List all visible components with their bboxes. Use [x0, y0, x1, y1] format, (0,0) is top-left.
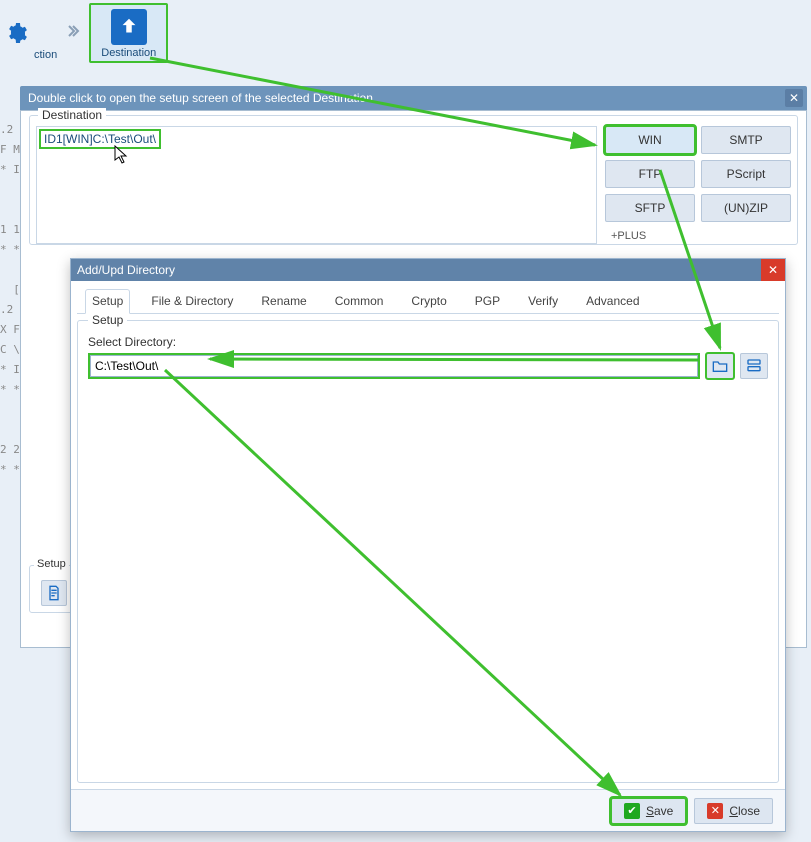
- upload-icon: [111, 9, 147, 45]
- destination-button-grid: WIN SMTP FTP PScript SFTP (UN)ZIP +PLUS: [605, 126, 791, 238]
- ribbon-button-label: Destination: [101, 47, 156, 59]
- chevron-right-icon: [61, 23, 85, 44]
- pscript-button[interactable]: PScript: [701, 160, 791, 188]
- tab-file-directory[interactable]: File & Directory: [144, 289, 240, 314]
- dialog-tabstrip: Setup File & Directory Rename Common Cry…: [77, 283, 779, 314]
- ribbon-label-action-cut: ction: [34, 49, 57, 61]
- plus-label: +PLUS: [611, 230, 791, 242]
- directory-input-wrap: [88, 353, 700, 379]
- destination-listbox[interactable]: ID1[WIN]C:\Test\Out\: [36, 126, 597, 244]
- document-icon: [46, 585, 62, 601]
- close-icon: ✕: [768, 263, 778, 277]
- tab-setup[interactable]: Setup: [85, 289, 130, 314]
- hint-bar: Double click to open the setup screen of…: [20, 86, 807, 110]
- smtp-button[interactable]: SMTP: [701, 126, 791, 154]
- select-directory-label: Select Directory:: [88, 335, 768, 349]
- destination-group: Destination ID1[WIN]C:\Test\Out\ WIN SMT…: [29, 115, 798, 245]
- win-button[interactable]: WIN: [605, 126, 695, 154]
- save-button[interactable]: ✔ Save: [611, 798, 686, 824]
- tab-verify[interactable]: Verify: [521, 289, 565, 314]
- directory-input[interactable]: [90, 355, 698, 377]
- unzip-button[interactable]: (UN)ZIP: [701, 194, 791, 222]
- close-icon[interactable]: ✕: [785, 89, 803, 107]
- dialog-body-group: Setup Select Directory:: [77, 320, 779, 783]
- save-button-label: Save: [646, 804, 673, 818]
- check-icon: ✔: [624, 803, 640, 819]
- group-label: Destination: [38, 108, 106, 122]
- ribbon-toolbar: ction Destination: [0, 0, 811, 66]
- setup-mini-button[interactable]: [41, 580, 67, 606]
- recent-folder-button[interactable]: [740, 353, 768, 379]
- browse-folder-button[interactable]: [706, 353, 734, 379]
- tab-pgp[interactable]: PGP: [468, 289, 507, 314]
- destination-list-item[interactable]: ID1[WIN]C:\Test\Out\: [39, 129, 161, 149]
- add-upd-directory-dialog: Add/Upd Directory ✕ Setup File & Directo…: [70, 258, 786, 832]
- setup-mini-label: Setup: [34, 558, 69, 570]
- sftp-button[interactable]: SFTP: [605, 194, 695, 222]
- destination-ribbon-button[interactable]: Destination: [89, 3, 168, 63]
- tab-advanced[interactable]: Advanced: [579, 289, 646, 314]
- dialog-close-button[interactable]: ✕: [761, 259, 785, 281]
- background-code-strip: .2 F M * I 1 1 * * [ .2 X F C \ * I * * …: [0, 120, 20, 842]
- tab-common[interactable]: Common: [328, 289, 391, 314]
- gear-icon: [2, 19, 30, 47]
- folder-open-icon: [712, 359, 728, 373]
- close-button[interactable]: ✕ Close: [694, 798, 773, 824]
- tab-rename[interactable]: Rename: [254, 289, 313, 314]
- hint-text: Double click to open the setup screen of…: [28, 91, 373, 105]
- dialog-button-bar: ✔ Save ✕ Close: [71, 789, 785, 831]
- ftp-button[interactable]: FTP: [605, 160, 695, 188]
- directory-row: [88, 353, 768, 379]
- x-icon: ✕: [707, 803, 723, 819]
- dialog-title: Add/Upd Directory: [77, 263, 175, 277]
- dialog-titlebar: Add/Upd Directory ✕: [71, 259, 785, 281]
- server-icon: [746, 358, 762, 374]
- tab-crypto[interactable]: Crypto: [404, 289, 453, 314]
- dialog-body-label: Setup: [88, 313, 127, 327]
- close-button-label: Close: [729, 804, 760, 818]
